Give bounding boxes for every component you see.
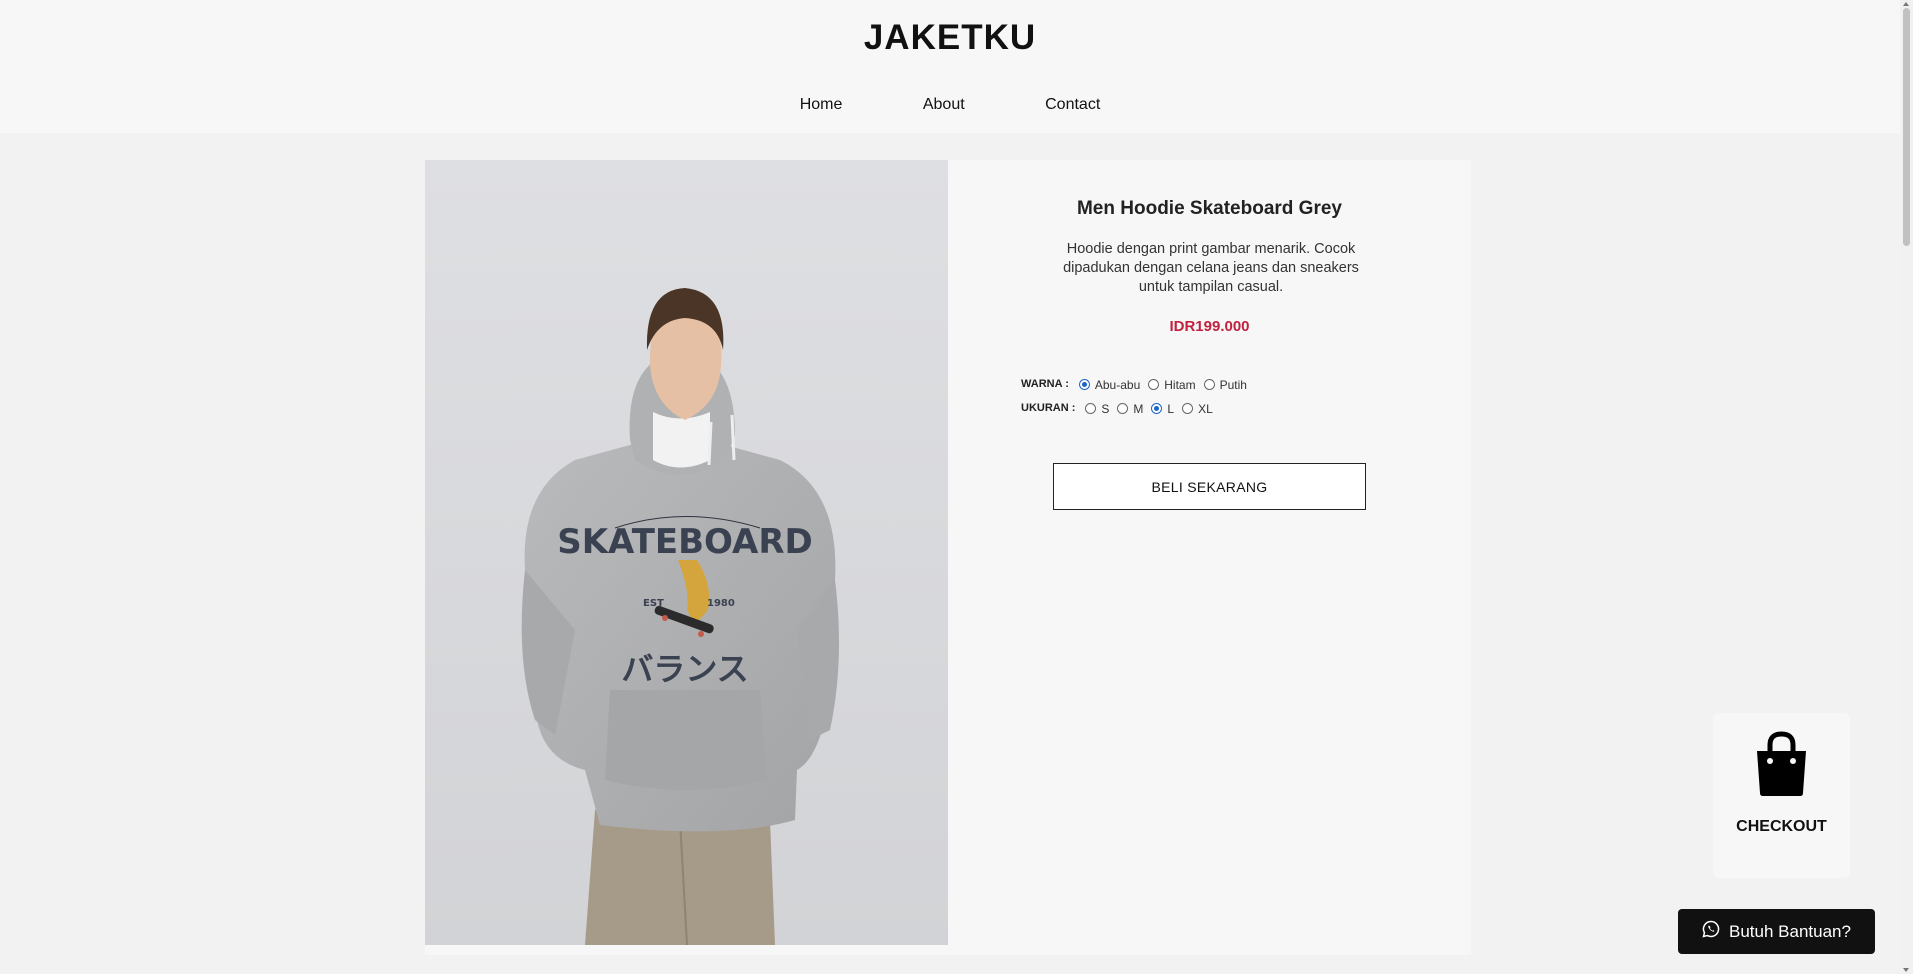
color-option-label: Putih (1219, 378, 1247, 392)
size-radio-xl[interactable] (1182, 402, 1194, 414)
product-card: SKATEBOARD EST 1980 バランス Men Hoodie Skat… (425, 160, 1471, 955)
site-logo[interactable]: JAKETKU (0, 18, 1900, 58)
color-radio-putih[interactable] (1203, 378, 1215, 390)
page-scrollbar[interactable] (1900, 0, 1913, 974)
hoodie-model-image: SKATEBOARD EST 1980 バランス (425, 160, 948, 945)
svg-text:バランス: バランス (621, 650, 748, 688)
product-info: Men Hoodie Skateboard Grey Hoodie dengan… (948, 160, 1471, 955)
size-option-label: M (1133, 402, 1144, 416)
buy-now-button[interactable]: BELI SEKARANG (1053, 463, 1366, 510)
size-option-label: S (1101, 402, 1110, 416)
nav-home[interactable]: Home (800, 96, 843, 114)
nav-contact[interactable]: Contact (1045, 96, 1100, 114)
svg-text:1980: 1980 (707, 598, 735, 609)
checkout-label: CHECKOUT (1736, 818, 1827, 835)
help-label: Butuh Bantuan? (1729, 921, 1851, 941)
product-photo: SKATEBOARD EST 1980 バランス (425, 160, 948, 945)
color-options: WARNA : Abu-abu Hitam Putih (1021, 372, 1251, 396)
whatsapp-icon (1702, 920, 1720, 943)
scrollbar-thumb[interactable] (1903, 8, 1910, 246)
help-whatsapp-button[interactable]: Butuh Bantuan? (1678, 909, 1875, 954)
size-options: UKURAN : S M L XL (1021, 396, 1251, 420)
size-radio-l[interactable] (1151, 402, 1163, 414)
site-header: JAKETKU Home About Contact (0, 0, 1900, 133)
color-radio-abu-abu[interactable] (1078, 378, 1090, 390)
nav-about[interactable]: About (923, 96, 965, 114)
scroll-down-arrow-icon[interactable] (1903, 968, 1909, 972)
color-option-label: Abu-abu (1094, 378, 1141, 392)
size-radio-m[interactable] (1117, 402, 1129, 414)
color-radio-hitam[interactable] (1148, 378, 1160, 390)
size-option-label: XL (1198, 402, 1213, 416)
size-radio-s[interactable] (1085, 402, 1097, 414)
scroll-up-arrow-icon[interactable] (1903, 2, 1909, 6)
product-title: Men Hoodie Skateboard Grey (1076, 198, 1342, 219)
svg-text:SKATEBOARD: SKATEBOARD (557, 522, 813, 562)
shopping-bag-icon (1753, 731, 1810, 802)
svg-text:EST: EST (643, 598, 664, 609)
product-description: Hoodie dengan print gambar menarik. Coco… (1063, 241, 1359, 295)
product-options: WARNA : Abu-abu Hitam Putih UKURAN : S M… (1021, 372, 1251, 420)
checkout-widget[interactable]: CHECKOUT (1713, 713, 1850, 878)
color-option-label: Hitam (1164, 378, 1196, 392)
product-price: IDR199.000 (1169, 318, 1250, 335)
size-option-label: L (1167, 402, 1175, 416)
main-nav: Home About Contact (0, 96, 1900, 114)
size-label: UKURAN : (1021, 402, 1076, 414)
color-label: WARNA : (1021, 378, 1069, 390)
